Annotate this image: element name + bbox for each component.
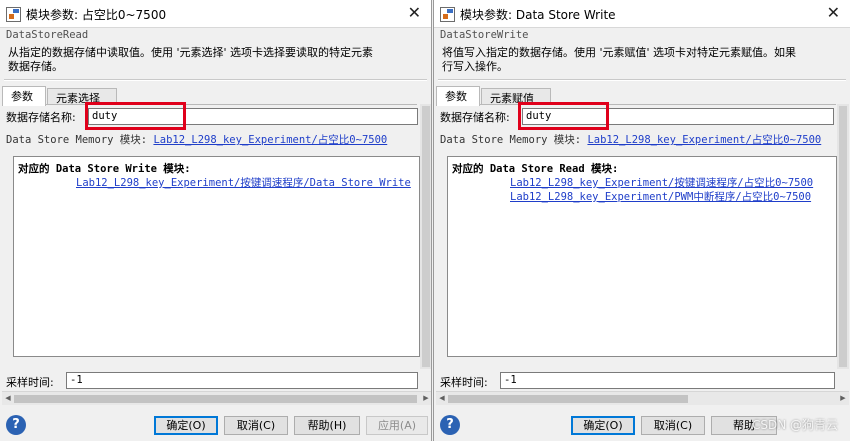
tab-parameters[interactable]: 参数 [2,86,46,106]
list-heading: 对应的 Data Store Write 模块: [18,163,191,175]
list-link-1[interactable]: Lab12_L298_key_Experiment/按键调速程序/占空比0~75… [510,175,813,190]
block-description: 从指定的数据存储中读取值。使用 '元素选择' 选项卡选择要读取的特定元素 数据存… [8,46,374,73]
ok-button[interactable]: 确定(O) [154,416,218,435]
block-description: 将值写入指定的数据存储。使用 '元素赋值' 选项卡对特定元素赋值。如果 行写入操… [442,46,797,73]
read-blocks-list: 对应的 Data Store Read 模块: Lab12_L298_key_E… [447,156,837,357]
sample-time-input[interactable]: -1 [66,372,418,389]
memory-block-label: Data Store Memory 模块: [6,134,148,146]
sample-time-input[interactable]: -1 [500,372,835,389]
window-title: 模块参数: Data Store Write [460,8,616,22]
horizontal-scrollbar[interactable]: ◀ ▶ [436,391,849,405]
divider [4,79,427,81]
help-icon[interactable]: ? [6,415,26,435]
scrollbar-thumb[interactable] [14,395,417,403]
highlight-box [518,102,609,130]
help-icon[interactable]: ? [440,415,460,435]
left-dialog: 模块参数: 占空比0~7500 ✕ DataStoreRead 从指定的数据存储… [0,0,432,441]
store-name-label: 数据存储名称: [6,111,76,124]
window-title: 模块参数: 占空比0~7500 [26,8,167,22]
list-link-1[interactable]: Lab12_L298_key_Experiment/按键调速程序/Data St… [76,175,411,190]
simulink-block-icon [6,7,21,22]
memory-block-link[interactable]: Lab12_L298_key_Experiment/占空比0~7500 [587,134,821,146]
cancel-button[interactable]: 取消(C) [224,416,288,435]
close-icon[interactable]: ✕ [827,3,840,23]
block-type-name: DataStoreRead [6,29,89,41]
ok-button[interactable]: 确定(O) [571,416,635,435]
simulink-block-icon [440,7,455,22]
store-name-label: 数据存储名称: [440,111,510,124]
horizontal-scrollbar[interactable]: ◀ ▶ [2,391,431,405]
apply-button[interactable]: 应用(A) [366,416,428,435]
memory-block-line: Data Store Memory 模块: Lab12_L298_key_Exp… [440,132,821,147]
highlight-box [85,102,186,130]
list-link-2[interactable]: Lab12_L298_key_Experiment/PWM中断程序/占空比0~7… [510,189,811,204]
scroll-right-icon[interactable]: ▶ [837,392,849,405]
divider [438,79,846,81]
scrollbar-thumb[interactable] [448,395,688,403]
scroll-left-icon[interactable]: ◀ [2,392,14,405]
scroll-right-icon[interactable]: ▶ [420,392,431,405]
scrollbar-thumb[interactable] [839,106,847,367]
cancel-button[interactable]: 取消(C) [641,416,705,435]
memory-block-link[interactable]: Lab12_L298_key_Experiment/占空比0~7500 [153,134,387,146]
sample-time-label: 采样时间: [440,376,488,389]
watermark: CSDN @狗青云 [751,418,838,432]
close-icon[interactable]: ✕ [408,3,421,23]
sample-time-label: 采样时间: [6,376,54,389]
write-blocks-list: 对应的 Data Store Write 模块: Lab12_L298_key_… [13,156,420,357]
vertical-scrollbar[interactable] [420,104,431,369]
title-bar: 模块参数: Data Store Write ✕ [434,0,850,28]
title-bar: 模块参数: 占空比0~7500 ✕ [0,0,431,28]
memory-block-line: Data Store Memory 模块: Lab12_L298_key_Exp… [6,132,387,147]
tab-parameters[interactable]: 参数 [436,86,480,106]
scrollbar-thumb[interactable] [422,106,430,367]
scroll-left-icon[interactable]: ◀ [436,392,448,405]
help-button[interactable]: 帮助(H) [294,416,360,435]
list-heading: 对应的 Data Store Read 模块: [452,163,619,175]
vertical-scrollbar[interactable] [837,104,849,369]
right-dialog: 模块参数: Data Store Write ✕ DataStoreWrite … [433,0,850,441]
block-type-name: DataStoreWrite [440,29,529,41]
memory-block-label: Data Store Memory 模块: [440,134,582,146]
